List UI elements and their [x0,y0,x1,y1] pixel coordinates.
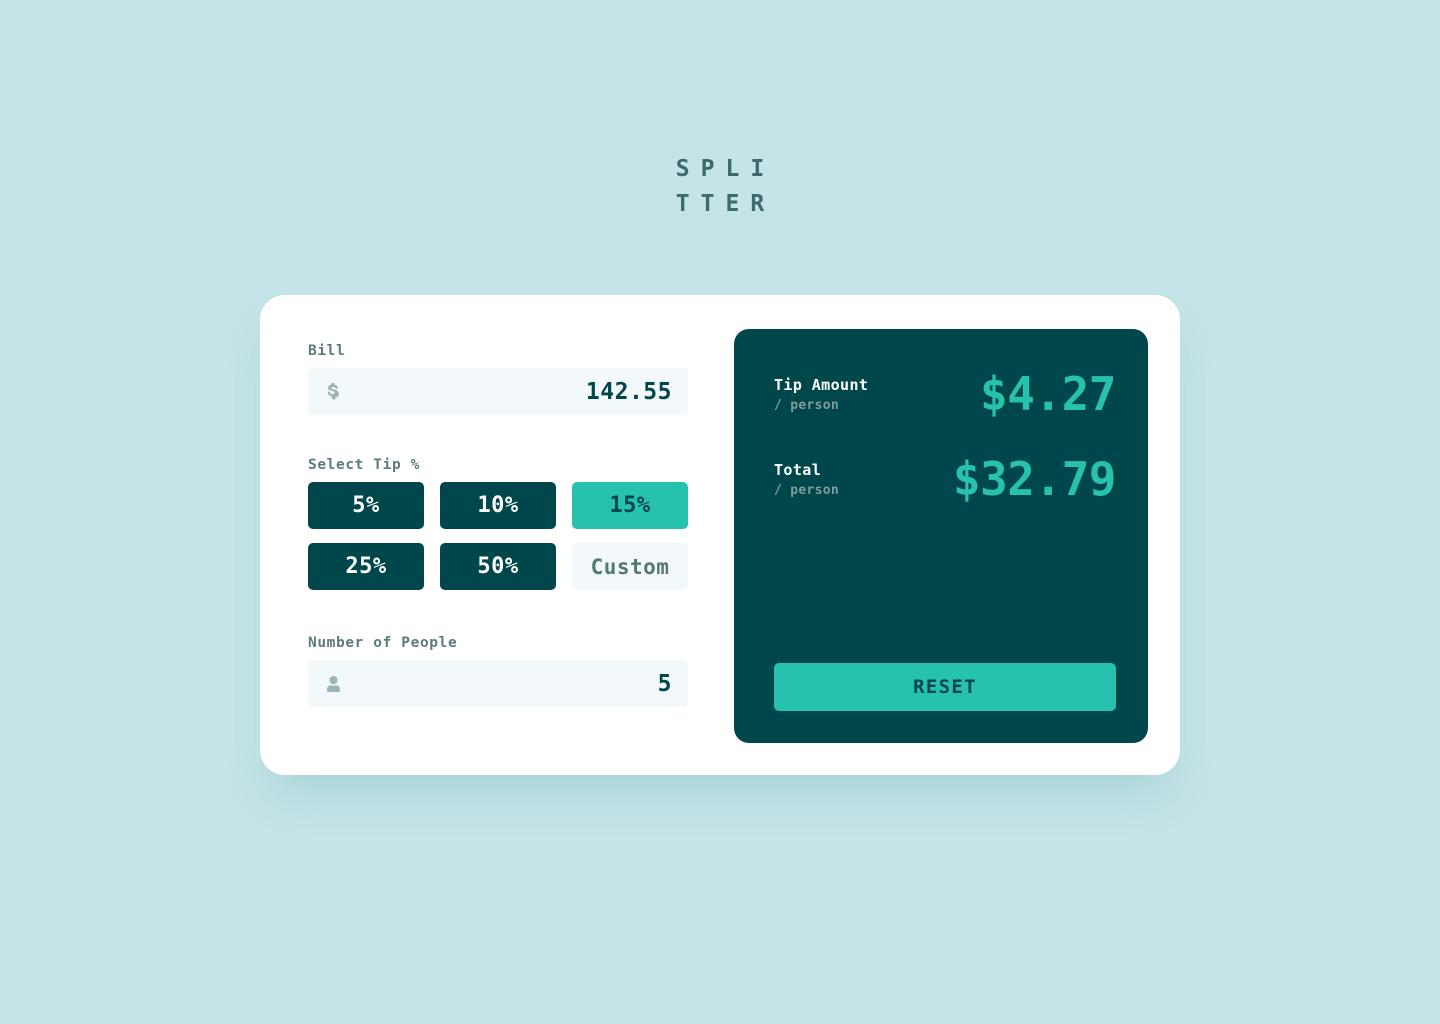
tip-label: Select Tip % [308,457,420,473]
tip-amount-row: Tip Amount / person $4.27 [774,371,1116,417]
total-subtitle: / person [774,482,840,498]
tip-amount-labels: Tip Amount / person [774,376,868,413]
bill-input-value[interactable]: 142.55 [341,379,672,405]
total-row: Total / person $32.79 [774,452,1117,506]
tip-option-10[interactable]: 10% [440,482,556,529]
bill-label: Bill [308,343,346,359]
total-title: Total [774,460,822,479]
people-label: Number of People [308,635,458,651]
app-logo-line-1: SPLI [675,156,776,182]
app-logo-line-2: TTER [675,191,776,217]
people-input-container[interactable]: 5 [308,660,688,707]
calculator-card: Bill 142.55 Select Tip % 5% 10% 15% 25% … [260,295,1180,775]
tip-amount-subtitle: / person [774,397,840,413]
people-input-value[interactable]: 5 [341,671,672,697]
tip-amount-value: $4.27 [980,367,1116,421]
reset-button[interactable]: RESET [774,663,1116,711]
people-section: Number of People 5 [308,635,688,707]
total-value: $32.79 [952,452,1117,506]
tip-options-grid: 5% 10% 15% 25% 50% Custom [308,482,688,590]
tip-option-50[interactable]: 50% [440,543,556,590]
total-labels: Total / person [774,461,839,498]
tip-section: Select Tip % 5% 10% 15% 25% 50% Custom [308,457,688,590]
person-icon [326,674,341,694]
tip-amount-title: Tip Amount [774,375,869,394]
input-column: Bill 142.55 Select Tip % 5% 10% 15% 25% … [308,329,688,743]
tip-option-custom[interactable]: Custom [572,543,688,590]
tip-option-25[interactable]: 25% [308,543,424,590]
app-logo: SPLI TTER [665,152,775,222]
tip-option-15[interactable]: 15% [572,482,688,529]
results-panel: Tip Amount / person $4.27 Total / person… [734,329,1148,743]
bill-input-container[interactable]: 142.55 [308,368,688,415]
dollar-icon [326,382,341,402]
tip-option-5[interactable]: 5% [308,482,424,529]
